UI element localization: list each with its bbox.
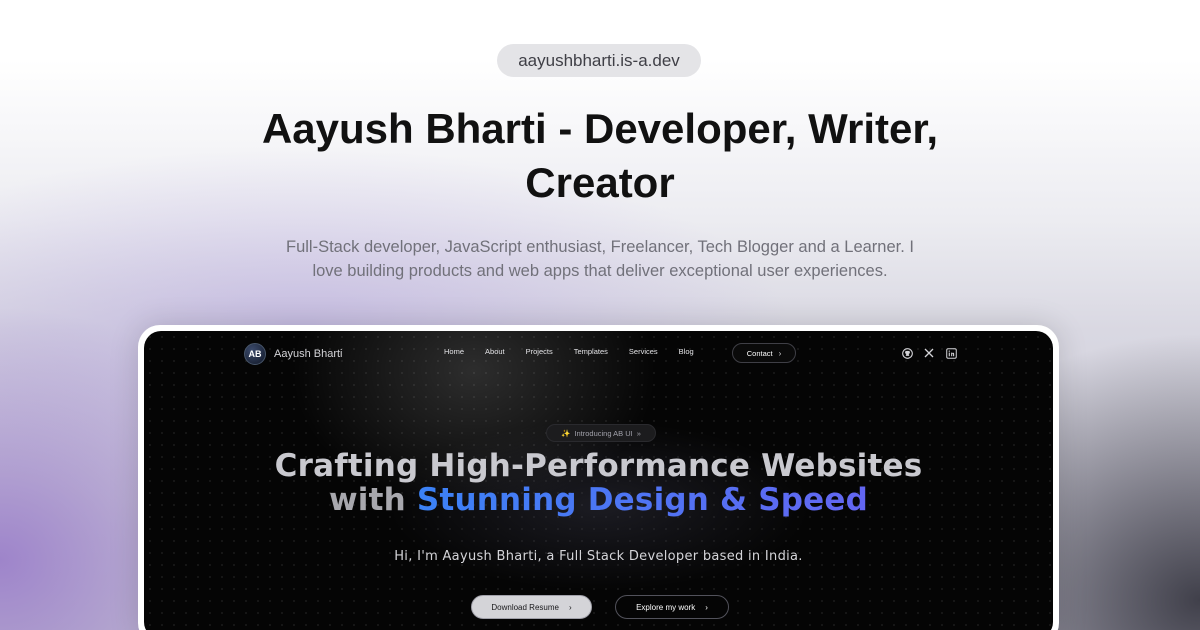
chevron-right-icon: › [705, 602, 708, 612]
github-icon[interactable] [901, 347, 913, 359]
social-links [901, 347, 957, 359]
domain-pill[interactable]: aayushbharti.is-a.dev [497, 44, 701, 77]
double-chevron-icon: » [636, 428, 641, 438]
download-resume-label: Download Resume [491, 602, 559, 612]
nav-link-templates[interactable]: Templates [574, 347, 608, 356]
explore-work-label: Explore my work [636, 602, 696, 612]
hero-title: Crafting High-Performance Websites with … [144, 449, 1053, 517]
nav-link-about[interactable]: About [485, 347, 505, 356]
nav-link-blog[interactable]: Blog [679, 347, 694, 356]
page-subtext: Full-Stack developer, JavaScript enthusi… [286, 238, 914, 280]
chevron-right-icon: › [568, 602, 572, 612]
hero-title-line1: Crafting High-Performance Websites [274, 448, 923, 484]
chevron-right-icon: › [778, 348, 782, 358]
nav-link-services[interactable]: Services [629, 347, 658, 356]
hero-subtitle: Hi, I'm Aayush Bharti, a Full Stack Deve… [394, 549, 803, 564]
linkedin-icon[interactable] [945, 347, 957, 359]
nav-link-home[interactable]: Home [444, 347, 464, 356]
x-icon[interactable] [923, 347, 935, 359]
website-preview-screen: AB Aayush Bharti Home About Projects Tem… [144, 331, 1053, 630]
hero-title-line2-plain: with [328, 482, 417, 518]
contact-button[interactable]: Contact › [732, 343, 796, 363]
contact-button-label: Contact [746, 348, 773, 358]
sparkle-icon: ✨ [561, 428, 571, 438]
website-preview-frame: AB Aayush Bharti Home About Projects Tem… [138, 325, 1059, 630]
download-resume-button[interactable]: Download Resume › [471, 595, 592, 619]
logo-text: Aayush Bharti [274, 348, 343, 360]
badge-text: Introducing AB UI [574, 428, 633, 438]
domain-pill-text: aayushbharti.is-a.dev [518, 50, 680, 70]
preview-navbar: AB Aayush Bharti Home About Projects Tem… [144, 343, 1053, 367]
nav-link-projects[interactable]: Projects [526, 347, 553, 356]
preview-logo[interactable]: AB Aayush Bharti [244, 343, 342, 365]
hero-title-line2-accent: Stunning Design & Speed [416, 482, 869, 518]
page-headline: Aayush Bharti - Developer, Writer, Creat… [261, 105, 939, 206]
explore-work-button[interactable]: Explore my work › [615, 595, 729, 619]
nav-links: Home About Projects Templates Services B… [444, 347, 715, 356]
announcement-badge[interactable]: ✨ Introducing AB UI » [546, 424, 656, 442]
logo-mark-icon: AB [244, 343, 266, 365]
